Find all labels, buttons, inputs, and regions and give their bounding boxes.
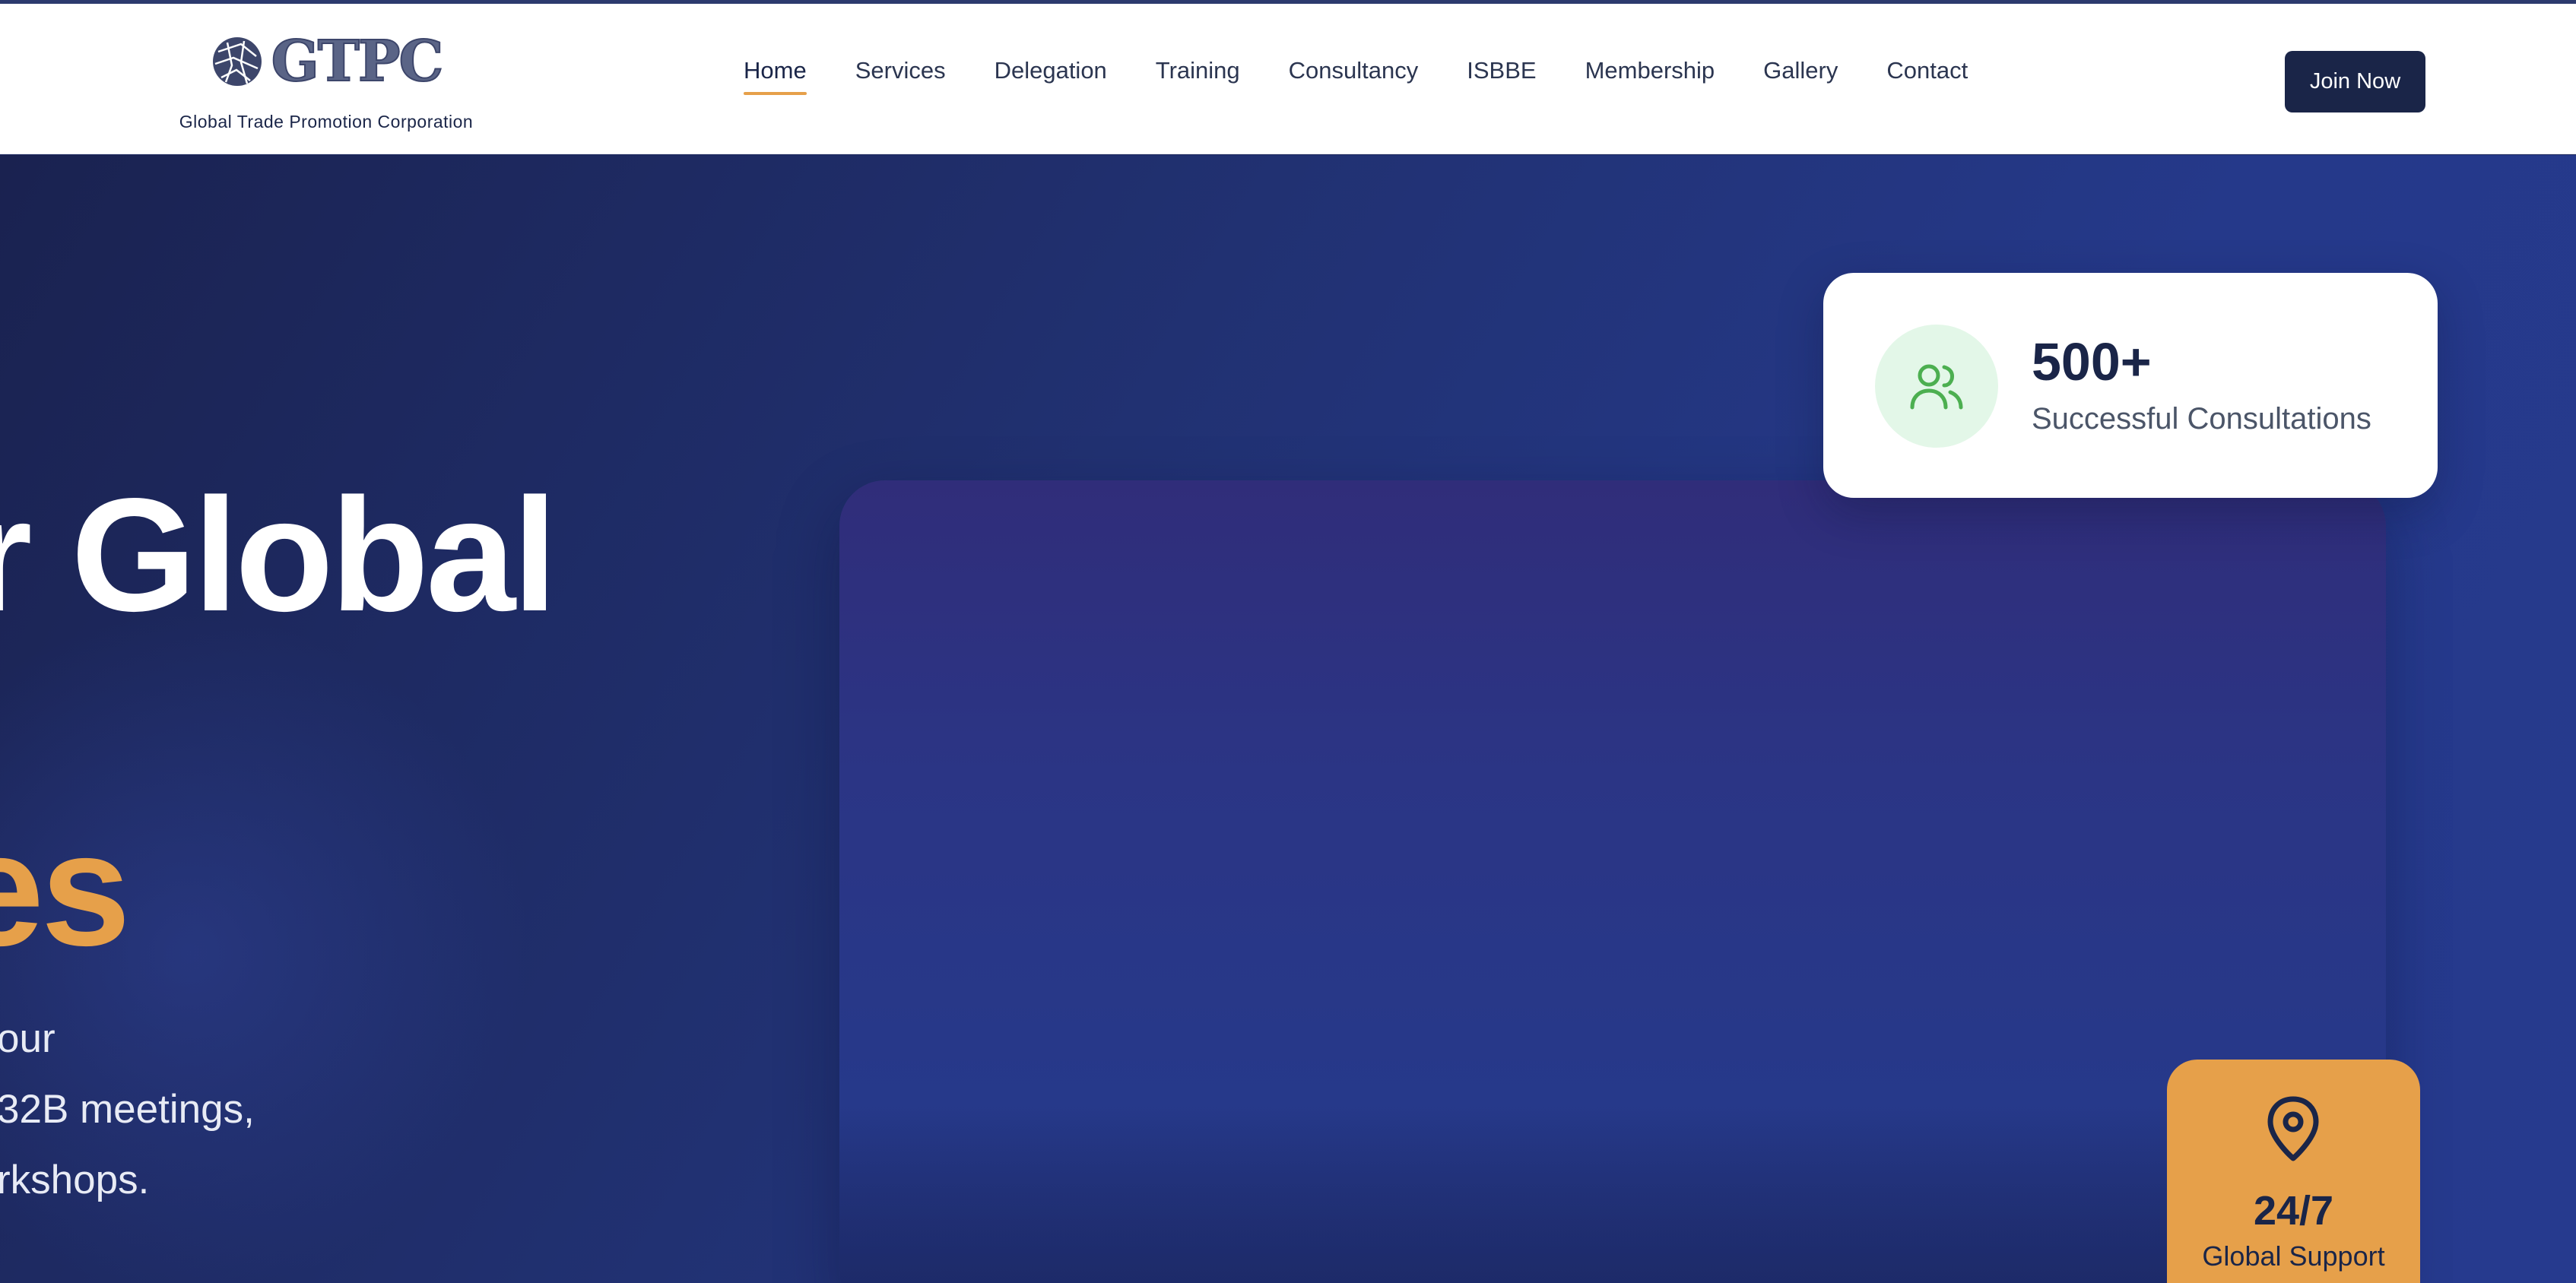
map-pin-icon [2267,1096,2319,1161]
consultations-stat-label: Successful Consultations [2032,402,2371,436]
join-now-button[interactable]: Join Now [2285,51,2425,112]
support-stat-number: 24/7 [2253,1188,2334,1234]
support-stat-card: 24/7 Global Support [2167,1060,2420,1283]
logo[interactable]: GTPC Global Trade Promotion Corporation [163,31,490,132]
hero-description: our 32B meetings, rkshops. [0,1003,255,1215]
logo-mark: GTPC [163,31,490,92]
consultations-stat-number: 500+ [2032,332,2152,391]
nav-item-training[interactable]: Training [1156,57,1240,95]
nav-item-consultancy[interactable]: Consultancy [1289,57,1419,95]
consultations-stat-card: 500+ Successful Consultations [1823,273,2438,498]
users-icon [1910,364,1963,410]
nav-item-gallery[interactable]: Gallery [1763,57,1838,95]
nav-item-contact[interactable]: Contact [1886,57,1968,95]
globe-icon [212,37,262,86]
hero-headline-accent: es [0,799,131,979]
site-header: GTPC Global Trade Promotion Corporation … [0,4,2576,154]
support-stat-label: Global Support [2202,1240,2385,1272]
stat-icon-circle [1875,325,1998,448]
nav-item-isbbe[interactable]: ISBBE [1467,57,1536,95]
main-nav: Home Services Delegation Training Consul… [744,57,2016,95]
hero-media-card [839,480,2386,1283]
nav-item-delegation[interactable]: Delegation [995,57,1107,95]
logo-subtitle: Global Trade Promotion Corporation [179,112,474,131]
hero-description-line: 32B meetings, [0,1087,255,1132]
hero-description-line: our [0,1016,56,1061]
nav-item-membership[interactable]: Membership [1585,57,1715,95]
nav-item-home[interactable]: Home [744,57,807,95]
hero-headline: r Global [0,464,557,645]
hero-description-line: rkshops. [0,1158,150,1202]
nav-item-services[interactable]: Services [855,57,946,95]
logo-text: GTPC [271,29,445,94]
